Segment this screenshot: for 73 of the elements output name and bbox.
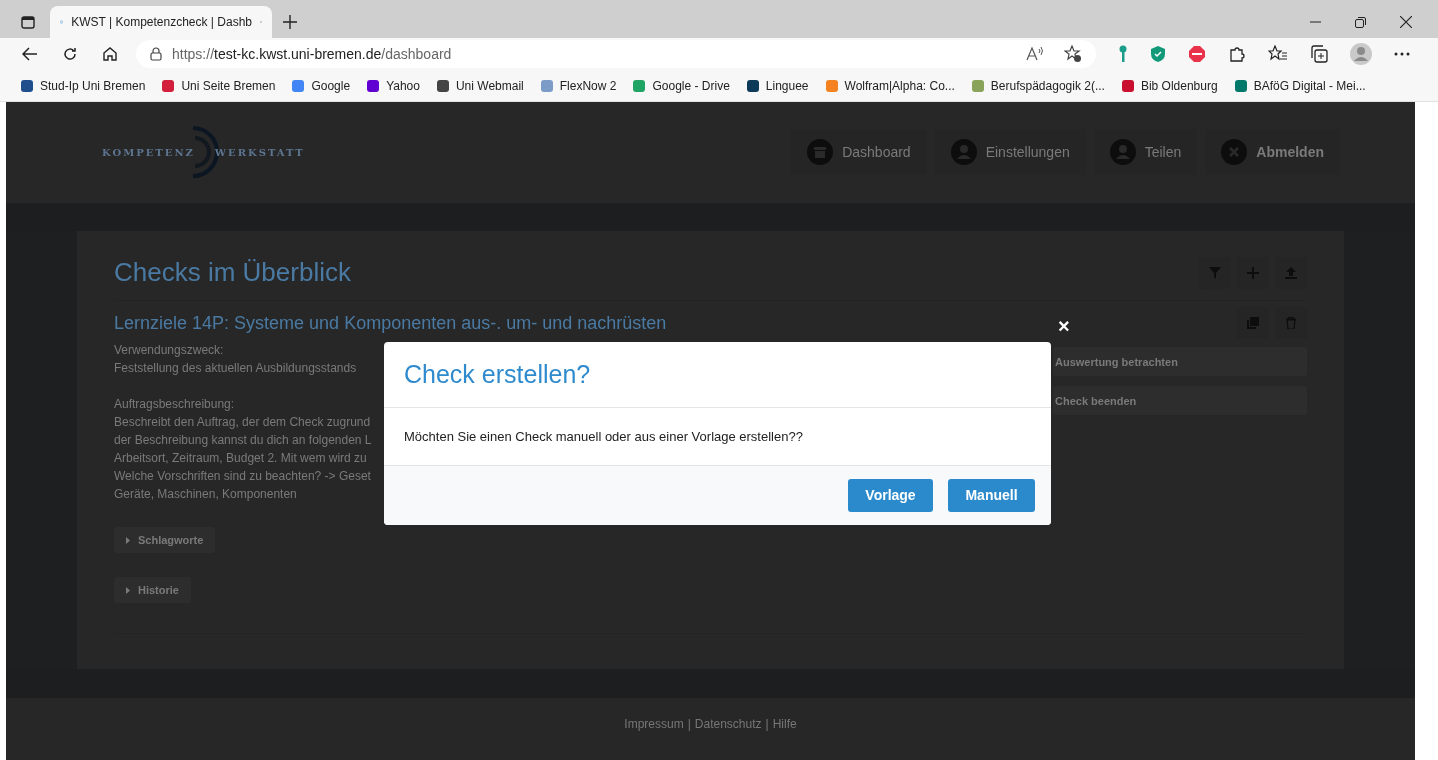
url-text: https://test-kc.kwst.uni-bremen.de/dashboard [172, 44, 452, 64]
key-icon[interactable] [1118, 45, 1128, 63]
bookmark[interactable]: FlexNow 2 [539, 76, 617, 95]
puzzle-icon[interactable] [1228, 45, 1246, 63]
plus-icon [1247, 266, 1259, 279]
bookmark[interactable]: Google [291, 76, 351, 95]
more-icon[interactable] [1394, 52, 1410, 56]
lock-icon [150, 47, 162, 61]
caret-icon [126, 536, 130, 544]
site-icon [745, 78, 760, 93]
bookmark[interactable]: Berufspädagogik 2(... [970, 76, 1105, 95]
shield-icon[interactable] [1150, 45, 1166, 63]
plus-icon[interactable] [283, 15, 297, 29]
stop-sign-icon[interactable] [1188, 45, 1206, 63]
bookmark[interactable]: Stud-Ip Uni Bremen [20, 76, 146, 95]
site-icon [20, 78, 34, 93]
back-arrow-icon[interactable] [22, 47, 38, 61]
bookmark[interactable]: Yahoo [366, 76, 420, 95]
user-icon [1109, 139, 1136, 166]
site-icon [824, 78, 839, 93]
home-icon[interactable] [102, 46, 118, 62]
task-text: Welche Vorschriften sind zu beachten? -> Geset [114, 468, 372, 486]
site-icon [539, 78, 554, 93]
close-button[interactable]: × [1058, 316, 1070, 336]
star-plus-icon[interactable] [1064, 45, 1082, 63]
bookmark[interactable]: Bib Oldenburg [1120, 76, 1218, 95]
site-icon [1233, 78, 1248, 93]
separator: | [687, 716, 691, 734]
browser-tab[interactable]: KWST | Kompetenzcheck | Dashb [50, 6, 272, 38]
bookmark[interactable]: Linguee [745, 76, 809, 95]
tab-title: KWST | Kompetenzcheck | Dashb [71, 14, 252, 31]
separator: | [765, 716, 769, 734]
task-text: der Beschreibung kannst du dich an folgenden L [114, 432, 373, 450]
favorites-icon[interactable] [1268, 45, 1288, 63]
archive-icon [807, 139, 834, 166]
task-text: Geräte, Maschinen, Komponenten [114, 486, 298, 504]
reload-icon[interactable] [62, 46, 78, 62]
task-text: Beschreibt den Auftrag, der dem Check zugrund [114, 414, 372, 432]
read-aloud-icon[interactable] [1026, 46, 1044, 62]
address-field[interactable]: https://test-kc.kwst.uni-bremen.de/dashboard [136, 40, 1096, 68]
site-icon [291, 78, 306, 93]
bookmark[interactable]: BAföG Digital - Mei... [1233, 76, 1366, 95]
trash-icon [1285, 317, 1297, 330]
site-icon [366, 78, 381, 93]
restore-icon[interactable] [1355, 16, 1366, 28]
check-title: Lernziele 14P: Systeme und Komponenten aus-. um- und nachrüsten [114, 311, 667, 335]
filter-icon [1209, 266, 1221, 279]
bookmark[interactable]: Wolfram|Alpha: Co... [824, 76, 955, 95]
site-icon [161, 78, 176, 93]
site-icon [632, 78, 647, 93]
copy-icon [1247, 317, 1259, 330]
tab-actions-icon[interactable] [21, 15, 35, 29]
bookmark[interactable]: Uni Seite Bremen [161, 76, 276, 95]
task-text: Arbeitsort, Zeitraum, Budget 2. Mit wem wird zu [114, 450, 368, 468]
bookmark[interactable]: Google - Drive [632, 76, 730, 95]
task-label: Auftragsbeschreibung: [114, 396, 236, 414]
modal-message: Möchten Sie einen Check manuell oder aus einer Vorlage erstellen?? [404, 427, 803, 446]
user-icon [950, 139, 977, 166]
logo: KOMPETENZ WERKSTATT [102, 125, 305, 180]
modal-title: Check erstellen? [404, 358, 591, 390]
site-icon [435, 78, 450, 93]
collections-icon[interactable] [1310, 45, 1328, 63]
site-icon [970, 78, 985, 93]
purpose-text: Feststellung des aktuellen Ausbildungsstands [114, 360, 358, 378]
bookmark[interactable]: Uni Webmail [435, 76, 524, 95]
page-title: Checks im Überblick [114, 256, 351, 290]
purpose-label: Verwendungszweck: [114, 342, 225, 360]
avatar-icon[interactable] [1350, 43, 1372, 65]
dialog-button[interactable]: Manuell [948, 479, 1035, 512]
site-icon [1120, 78, 1135, 93]
caret-icon [126, 586, 130, 594]
upload-icon [1285, 266, 1297, 279]
dialog-button[interactable]: Vorlage [848, 479, 933, 512]
